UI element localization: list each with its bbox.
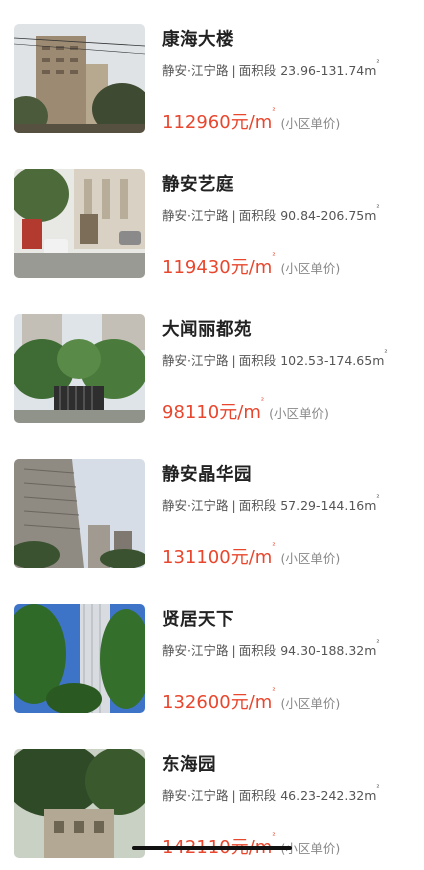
community-name: 大闻丽都苑 — [162, 320, 252, 340]
community-meta: 静安·江宁路 | 面积段 90.84-206.75m² — [162, 203, 380, 224]
area-range: 46.23-242.32m — [280, 788, 377, 803]
community-meta: 静安·江宁路 | 面积段 102.53-174.65m² — [162, 348, 388, 369]
price-value: 112960元/m — [162, 112, 273, 133]
tower-building-photo — [14, 24, 145, 133]
district-label: 静安·江宁路 — [162, 208, 229, 223]
unit-price: 98110元/m² (小区单价) — [162, 396, 329, 424]
community-meta: 静安·江宁路 | 面积段 23.96-131.74m² — [162, 58, 380, 79]
price-unit-sup: ² — [272, 686, 276, 695]
community-name: 东海园 — [162, 755, 216, 775]
gated-garden-photo — [14, 314, 145, 423]
area-range: 57.29-144.16m — [280, 498, 377, 513]
community-name: 静安晶华园 — [162, 465, 252, 485]
home-indicator[interactable] — [132, 846, 292, 850]
community-meta: 静安·江宁路 | 面积段 57.29-144.16m² — [162, 493, 380, 514]
price-note: (小区单价) — [269, 406, 329, 421]
area-unit-sup: ² — [384, 348, 388, 357]
district-label: 静安·江宁路 — [162, 63, 229, 78]
price-value: 98110元/m — [162, 402, 261, 423]
price-value: 119430元/m — [162, 257, 273, 278]
unit-price: 132600元/m² (小区单价) — [162, 686, 341, 714]
highrise-photo — [14, 459, 145, 568]
area-label: 面积段 — [238, 353, 277, 368]
area-label: 面积段 — [238, 643, 277, 658]
area-label: 面积段 — [238, 208, 277, 223]
meta-divider: | — [231, 208, 236, 223]
community-card[interactable]: 贤居天下 静安·江宁路 | 面积段 94.30-188.32m² 132600元/m… — [0, 580, 424, 725]
community-name: 贤居天下 — [162, 610, 234, 630]
area-label: 面积段 — [238, 63, 277, 78]
district-label: 静安·江宁路 — [162, 643, 229, 658]
price-unit-sup: ² — [272, 251, 276, 260]
area-label: 面积段 — [238, 498, 277, 513]
community-name: 静安艺庭 — [162, 175, 234, 195]
meta-divider: | — [231, 643, 236, 658]
community-card[interactable]: 静安晶华园 静安·江宁路 | 面积段 57.29-144.16m² 131100元/… — [0, 435, 424, 580]
price-unit-sup: ² — [272, 831, 276, 840]
area-unit-sup: ² — [376, 638, 380, 647]
price-unit-sup: ² — [272, 106, 276, 115]
area-label: 面积段 — [238, 788, 277, 803]
district-label: 静安·江宁路 — [162, 353, 229, 368]
meta-divider: | — [231, 498, 236, 513]
area-unit-sup: ² — [376, 203, 380, 212]
area-range: 23.96-131.74m — [280, 63, 377, 78]
unit-price: 119430元/m² (小区单价) — [162, 251, 341, 279]
community-name: 康海大楼 — [162, 30, 234, 50]
community-card[interactable]: 大闻丽都苑 静安·江宁路 | 面积段 102.53-174.65m² 98110元/… — [0, 290, 424, 435]
district-label: 静安·江宁路 — [162, 498, 229, 513]
gate-street-photo — [14, 169, 145, 278]
unit-price: 131100元/m² (小区单价) — [162, 541, 341, 569]
price-note: (小区单价) — [280, 696, 341, 711]
area-unit-sup: ² — [376, 493, 380, 502]
price-unit-sup: ² — [260, 396, 265, 405]
area-range: 94.30-188.32m — [280, 643, 377, 658]
meta-divider: | — [231, 788, 236, 803]
price-note: (小区单价) — [280, 116, 341, 131]
community-card[interactable]: 静安艺庭 静安·江宁路 | 面积段 90.84-206.75m² 119430元/m… — [0, 145, 424, 290]
price-note: (小区单价) — [280, 261, 341, 276]
community-meta: 静安·江宁路 | 面积段 46.23-242.32m² — [162, 783, 380, 804]
courtyard-photo — [14, 749, 145, 858]
area-unit-sup: ² — [376, 58, 380, 67]
community-card[interactable]: 康海大楼 静安·江宁路 | 面积段 23.96-131.74m² 112960元/m… — [0, 0, 424, 145]
area-range: 90.84-206.75m — [280, 208, 377, 223]
area-range: 102.53-174.65m — [280, 353, 385, 368]
price-unit-sup: ² — [272, 541, 276, 550]
price-value: 131100元/m — [162, 547, 273, 568]
district-label: 静安·江宁路 — [162, 788, 229, 803]
meta-divider: | — [231, 63, 236, 78]
tree-lined-tower-photo — [14, 604, 145, 713]
area-unit-sup: ² — [376, 783, 380, 792]
unit-price: 112960元/m² (小区单价) — [162, 106, 341, 134]
price-value: 132600元/m — [162, 692, 273, 713]
community-meta: 静安·江宁路 | 面积段 94.30-188.32m² — [162, 638, 380, 659]
price-note: (小区单价) — [280, 551, 341, 566]
meta-divider: | — [231, 353, 236, 368]
